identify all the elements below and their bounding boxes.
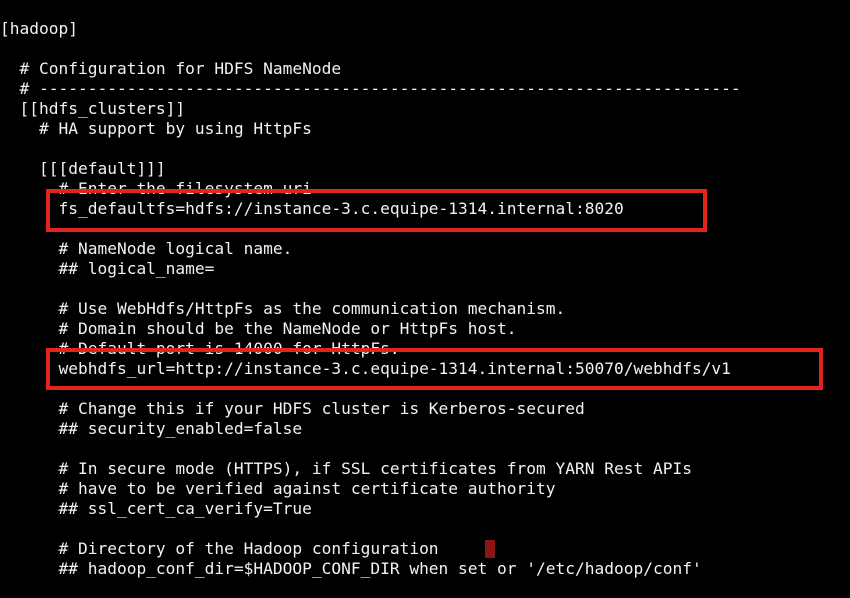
terminal-line: # Change this if your HDFS cluster is Ke… — [0, 399, 585, 418]
terminal-line: # --------------------------------------… — [0, 79, 741, 98]
terminal-line: # HA support by using HttpFs — [0, 119, 312, 138]
terminal-line: # have to be verified against certificat… — [0, 479, 556, 498]
text-cursor — [485, 540, 495, 558]
terminal-line: [hadoop] — [0, 19, 78, 38]
terminal-line: ## logical_name= — [0, 259, 215, 278]
highlight-box-fs-defaultfs — [46, 189, 707, 232]
terminal-line: # In secure mode (HTTPS), if SSL certifi… — [0, 459, 692, 478]
terminal-line: # NameNode logical name. — [0, 239, 293, 258]
terminal-line: # Domain should be the NameNode or HttpF… — [0, 319, 517, 338]
highlight-box-webhdfs-url — [46, 348, 823, 390]
terminal-line: [[[default]]] — [0, 159, 166, 178]
terminal-line: ## ssl_cert_ca_verify=True — [0, 499, 312, 518]
terminal-line: ## hadoop_conf_dir=$HADOOP_CONF_DIR when… — [0, 559, 702, 578]
terminal-line: ## security_enabled=false — [0, 419, 303, 438]
terminal-window[interactable]: [hadoop] # Configuration for HDFS NameNo… — [0, 0, 850, 598]
terminal-line: # Configuration for HDFS NameNode — [0, 59, 342, 78]
terminal-line: # Directory of the Hadoop configuration — [0, 539, 439, 558]
terminal-line: [[hdfs_clusters]] — [0, 99, 186, 118]
terminal-line: # Use WebHdfs/HttpFs as the communicatio… — [0, 299, 566, 318]
